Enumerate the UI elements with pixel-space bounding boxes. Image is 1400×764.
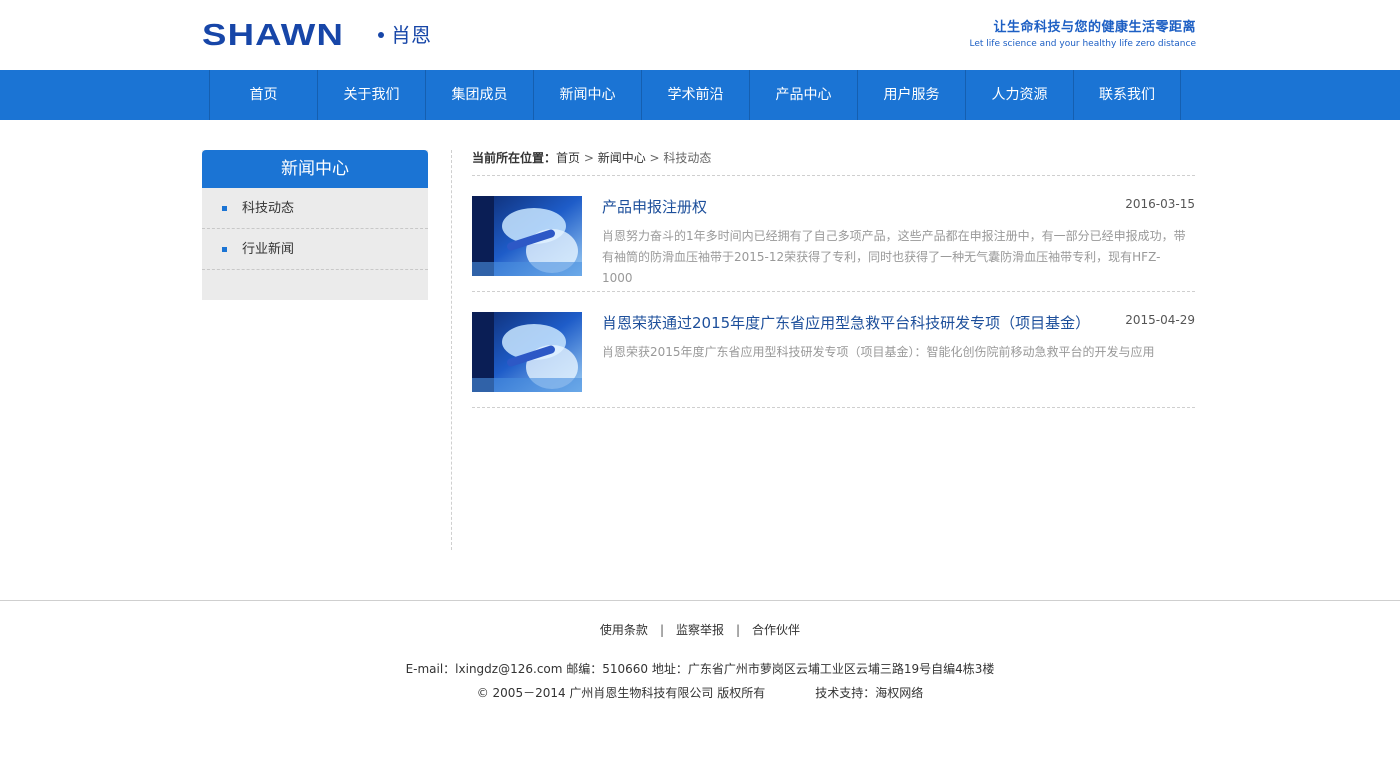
sidebar-item-tech-news[interactable]: 科技动态	[202, 188, 428, 229]
logo[interactable]: SHAWN 肖恩	[202, 17, 431, 52]
nav-item-home[interactable]: 首页	[209, 70, 317, 120]
sidebar: 新闻中心 科技动态 行业新闻	[202, 150, 428, 300]
footer-links: 使用条款 | 监察举报 | 合作伙伴	[0, 622, 1400, 638]
breadcrumb-home-link[interactable]: 首页	[556, 151, 580, 165]
footer-copyright: © 2005－2014 广州肖恩生物科技有限公司 版权所有	[476, 686, 766, 700]
nav-item-products[interactable]: 产品中心	[749, 70, 857, 120]
nav-list: 首页 关于我们 集团成员 新闻中心 学术前沿 产品中心 用户服务 人力资源 联系…	[202, 70, 1196, 120]
breadcrumb-sep: >	[645, 151, 664, 165]
footer-tech-support: 技术支持：海权网络	[815, 686, 924, 700]
footer-contact: E-mail：lxingdz@126.com 邮编：510660 地址：广东省广…	[405, 662, 995, 676]
nav-item-hr[interactable]: 人力资源	[965, 70, 1073, 120]
site-footer: 使用条款 | 监察举报 | 合作伙伴 E-mail：lxingdz@126.com 邮编…	[0, 600, 1400, 764]
footer-link-sep: |	[659, 623, 664, 637]
breadcrumb-sep: >	[580, 151, 598, 165]
slogan-en: Let life science and your healthy life z…	[969, 39, 1196, 49]
news-item: 肖恩荣获通过2015年度广东省应用型急救平台科技研发专项（项目基金） 2015-…	[472, 292, 1195, 408]
breadcrumb-label: 当前所在位置：	[472, 151, 557, 165]
breadcrumb: 当前所在位置：首页 > 新闻中心 > 科技动态	[472, 150, 1195, 176]
footer-copyright-row: © 2005－2014 广州肖恩生物科技有限公司 版权所有 技术支持：海权网络	[0, 685, 1400, 701]
sidebar-title: 新闻中心	[202, 150, 428, 188]
breadcrumb-section-link[interactable]: 新闻中心	[598, 151, 646, 165]
breadcrumb-current: 科技动态	[663, 151, 712, 165]
nav-item-news[interactable]: 新闻中心	[533, 70, 641, 120]
nav-item-service[interactable]: 用户服务	[857, 70, 965, 120]
news-thumbnail[interactable]	[472, 196, 582, 276]
main-content: 新闻中心 科技动态 行业新闻 当前所在位置：首页 > 新闻中心 > 科技动态 产…	[202, 150, 1196, 600]
news-list-panel: 当前所在位置：首页 > 新闻中心 > 科技动态 产品申报注册权 2016-03-…	[472, 150, 1195, 408]
nav-item-contact[interactable]: 联系我们	[1073, 70, 1181, 120]
news-summary: 肖恩荣获2015年度广东省应用型科技研发专项（项目基金）：智能化创伤院前移动急救…	[602, 345, 1155, 359]
slogan-cn: 让生命科技与您的健康生活零距离	[993, 20, 1196, 35]
slogan: 让生命科技与您的健康生活零距离 Let life science and you…	[970, 20, 1196, 50]
news-summary: 肖恩努力奋斗的1年多时间内已经拥有了自己多项产品，这些产品都在申报注册中，有一部…	[602, 229, 1186, 285]
footer-link-terms[interactable]: 使用条款	[600, 623, 648, 637]
news-item: 产品申报注册权 2016-03-15 肖恩努力奋斗的1年多时间内已经拥有了自己多…	[472, 176, 1195, 292]
column-divider	[451, 150, 452, 550]
site-header: SHAWN 肖恩 让生命科技与您的健康生活零距离 Let life scienc…	[202, 0, 1196, 70]
news-title-link[interactable]: 产品申报注册权	[602, 196, 707, 218]
footer-link-report[interactable]: 监察举报	[676, 623, 724, 637]
news-date: 2015-04-29	[1125, 313, 1195, 327]
main-nav: 首页 关于我们 集团成员 新闻中心 学术前沿 产品中心 用户服务 人力资源 联系…	[0, 70, 1400, 120]
news-title-link[interactable]: 肖恩荣获通过2015年度广东省应用型急救平台科技研发专项（项目基金）	[602, 312, 1090, 334]
logo-text: SHAWN	[202, 17, 345, 52]
nav-item-about[interactable]: 关于我们	[317, 70, 425, 120]
footer-link-partners[interactable]: 合作伙伴	[752, 623, 800, 637]
sidebar-item-industry-news[interactable]: 行业新闻	[202, 229, 428, 270]
footer-link-sep: |	[736, 623, 741, 637]
news-date: 2016-03-15	[1125, 197, 1195, 211]
news-thumbnail[interactable]	[472, 312, 582, 392]
nav-item-group[interactable]: 集团成员	[425, 70, 533, 120]
nav-item-academic[interactable]: 学术前沿	[641, 70, 749, 120]
